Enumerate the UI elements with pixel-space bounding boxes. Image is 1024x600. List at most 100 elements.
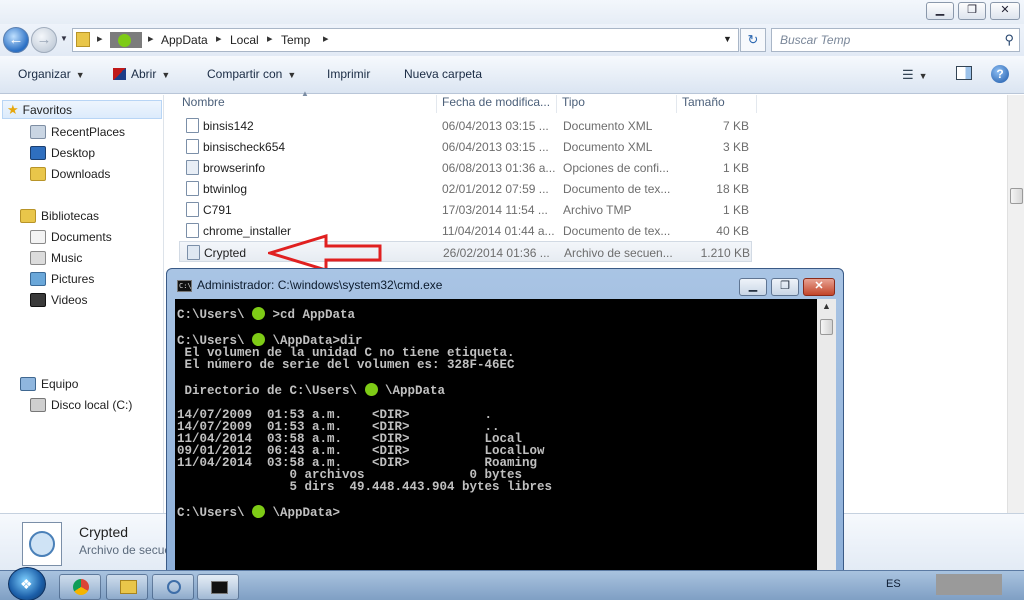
nav-pictures-label: Pictures bbox=[51, 271, 95, 286]
file-row-selected[interactable]: Crypted 26/02/2014 01:36 ... Archivo de … bbox=[179, 241, 752, 262]
nav-computer[interactable]: Equipo bbox=[20, 374, 78, 393]
view-list-icon: ☰ bbox=[902, 67, 914, 82]
explorer-close-button[interactable]: ✕ bbox=[990, 2, 1020, 20]
open-button[interactable]: Abrir ▼ bbox=[113, 67, 170, 81]
windows-logo-icon: ❖ bbox=[20, 576, 33, 592]
breadcrumb-appdata[interactable]: AppData bbox=[161, 33, 208, 47]
taskbar-cmd[interactable] bbox=[197, 574, 239, 600]
nav-videos[interactable]: Videos bbox=[30, 290, 87, 309]
redaction-dot-icon bbox=[118, 34, 131, 47]
text-file-icon bbox=[186, 181, 199, 196]
breadcrumb-separator-icon[interactable]: ▸ bbox=[323, 32, 329, 45]
refresh-icon[interactable]: ↻ bbox=[740, 28, 766, 52]
console-scrollbar[interactable]: ▲ bbox=[817, 299, 836, 573]
taskbar-explorer[interactable] bbox=[106, 574, 148, 600]
view-options-button[interactable]: ☰ ▼ bbox=[902, 67, 928, 83]
file-row[interactable]: C791 17/03/2014 11:54 ... Archivo TMP 1 … bbox=[179, 199, 752, 220]
chevron-down-icon: ▼ bbox=[918, 71, 928, 81]
breadcrumb-separator-icon[interactable]: ▸ bbox=[267, 32, 273, 45]
file-size: 18 KB bbox=[716, 182, 749, 196]
history-dropdown-icon[interactable]: ▼ bbox=[60, 34, 68, 43]
breadcrumb-separator-icon[interactable]: ▸ bbox=[97, 32, 103, 45]
nav-desktop-label: Desktop bbox=[51, 145, 96, 160]
breadcrumb-temp[interactable]: Temp bbox=[281, 33, 310, 47]
nav-pictures[interactable]: Pictures bbox=[30, 269, 94, 288]
nav-favorites[interactable]: ★ Favoritos bbox=[2, 100, 162, 119]
sort-arrow-icon: ▲ bbox=[301, 89, 309, 98]
forward-button[interactable]: → bbox=[31, 27, 57, 53]
explorer-minimize-button[interactable]: ▁ bbox=[926, 2, 954, 20]
file-row[interactable]: btwinlog 02/01/2012 07:59 ... Documento … bbox=[179, 178, 752, 199]
downloads-folder-icon bbox=[30, 166, 46, 181]
cmd-taskbar-icon bbox=[211, 581, 228, 594]
nav-videos-label: Videos bbox=[51, 292, 88, 307]
back-button[interactable]: ← bbox=[3, 27, 29, 53]
file-name: btwinlog bbox=[203, 182, 248, 196]
file-row[interactable]: binsischeck654 06/04/2013 03:15 ... Docu… bbox=[179, 136, 752, 157]
file-type: Documento XML bbox=[563, 140, 653, 154]
search-input[interactable]: Buscar Temp ⚲ bbox=[771, 28, 1020, 52]
nav-libraries[interactable]: Bibliotecas bbox=[20, 206, 99, 225]
details-file-name: Crypted bbox=[79, 524, 129, 540]
file-row[interactable]: binsis142 06/04/2013 03:15 ... Documento… bbox=[179, 115, 752, 136]
nav-documents[interactable]: Documents bbox=[30, 227, 112, 246]
nav-desktop[interactable]: Desktop bbox=[30, 143, 95, 162]
column-header-date[interactable]: Fecha de modifica... bbox=[437, 95, 557, 113]
print-button[interactable]: Imprimir bbox=[327, 67, 370, 81]
address-dropdown-icon[interactable]: ▼ bbox=[723, 34, 732, 44]
file-row[interactable]: chrome_installer 11/04/2014 01:44 a... D… bbox=[179, 220, 752, 241]
chevron-down-icon: ▼ bbox=[161, 70, 171, 80]
nav-downloads[interactable]: Downloads bbox=[30, 164, 110, 183]
scrollbar-thumb[interactable] bbox=[1010, 188, 1023, 204]
file-list-scrollbar[interactable] bbox=[1007, 95, 1024, 513]
start-button[interactable]: ❖ bbox=[8, 567, 46, 600]
language-indicator[interactable]: ES bbox=[886, 578, 901, 590]
system-tray-clock[interactable] bbox=[936, 574, 1002, 595]
new-folder-button[interactable]: Nueva carpeta bbox=[404, 67, 482, 81]
file-name: binsis142 bbox=[203, 119, 254, 133]
cmd-maximize-button[interactable]: ❐ bbox=[771, 278, 799, 296]
app-icon bbox=[167, 580, 181, 594]
desktop-icon bbox=[30, 145, 46, 160]
breadcrumb-local[interactable]: Local bbox=[230, 33, 259, 47]
address-bar[interactable]: ▸ ▸ AppData ▸ Local ▸ Temp ▸ ▼ bbox=[72, 28, 739, 52]
organize-button[interactable]: Organizar ▼ bbox=[18, 67, 85, 81]
console-output[interactable]: C:\Users\ >cd AppData C:\Users\ \AppData… bbox=[175, 299, 817, 573]
nav-local-disk[interactable]: Disco local (C:) bbox=[30, 395, 132, 414]
share-button[interactable]: Compartir con ▼ bbox=[207, 67, 296, 81]
preview-pane-icon[interactable] bbox=[956, 66, 972, 80]
details-file-type: Archivo de secue bbox=[79, 543, 172, 557]
organize-label: Organizar bbox=[18, 67, 71, 81]
file-type: Documento XML bbox=[563, 119, 653, 133]
nav-local-disk-label: Disco local (C:) bbox=[51, 397, 133, 412]
taskbar-app[interactable] bbox=[152, 574, 194, 600]
text-file-icon bbox=[186, 223, 199, 238]
tmp-file-icon bbox=[186, 202, 199, 217]
console-summary: 5 dirs 49.448.443.904 bytes libres bbox=[177, 480, 553, 494]
explorer-titlebar: ▁ ❐ ✕ bbox=[0, 0, 1024, 24]
cmd-close-button[interactable]: ✕ bbox=[803, 278, 835, 296]
file-row[interactable]: browserinfo 06/08/2013 01:36 a... Opcion… bbox=[179, 157, 752, 178]
breadcrumb-separator-icon[interactable]: ▸ bbox=[216, 32, 222, 45]
column-header-size[interactable]: Tamaño bbox=[677, 95, 757, 113]
console-prompt: C:\Users\ bbox=[177, 506, 253, 520]
taskbar-chrome[interactable] bbox=[59, 574, 101, 600]
cmd-minimize-button[interactable]: ▁ bbox=[739, 278, 767, 296]
redaction-dot-icon bbox=[252, 333, 266, 346]
file-name: browserinfo bbox=[203, 161, 266, 175]
file-type: Archivo de secuen... bbox=[564, 246, 673, 260]
nav-documents-label: Documents bbox=[51, 229, 112, 244]
nav-music[interactable]: Music bbox=[30, 248, 82, 267]
navigation-pane: ★ Favoritos RecentPlaces Desktop Download… bbox=[0, 95, 164, 513]
help-icon[interactable]: ? bbox=[991, 65, 1009, 83]
column-header-type[interactable]: Tipo bbox=[557, 95, 677, 113]
search-icon[interactable]: ⚲ bbox=[1004, 32, 1014, 48]
script-file-large-icon bbox=[22, 522, 62, 566]
scroll-up-icon[interactable]: ▲ bbox=[819, 301, 834, 315]
command-toolbar: Organizar ▼ Abrir ▼ Compartir con ▼ Imprimi… bbox=[0, 56, 1024, 94]
nav-recent-places[interactable]: RecentPlaces bbox=[30, 122, 125, 141]
explorer-maximize-button[interactable]: ❐ bbox=[958, 2, 986, 20]
file-date: 06/08/2013 01:36 a... bbox=[442, 161, 556, 175]
scrollbar-thumb[interactable] bbox=[820, 319, 833, 335]
breadcrumb-separator-icon[interactable]: ▸ bbox=[148, 32, 154, 45]
